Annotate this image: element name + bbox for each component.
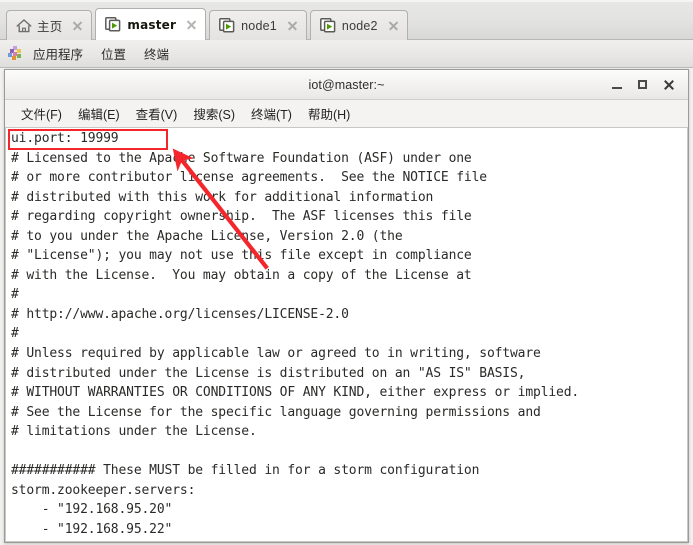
terminal-line: # Licensed to the Apache Software Founda… [11, 150, 472, 166]
desktop-menu-panel: 应用程序 位置 终端 [0, 40, 693, 68]
terminal-line: storm.zookeeper.servers: [11, 482, 196, 498]
window-buttons [604, 70, 682, 99]
tab-close-icon[interactable] [70, 18, 85, 33]
terminal-line: - "192.168.95.20" [11, 502, 173, 518]
terminal-menu-item-1[interactable]: 编辑(E) [70, 102, 128, 125]
window-tab-master[interactable]: master [95, 8, 207, 40]
desktop-tab-panel: 主页 master node1 node2 [0, 0, 693, 40]
terminal-menubar: 文件(F) 编辑(E) 查看(V) 搜索(S) 终端(T) 帮助(H) [5, 100, 688, 128]
close-icon[interactable] [656, 73, 682, 97]
home-icon [16, 18, 32, 33]
window-tabstrip: 主页 master node1 node2 [6, 5, 411, 40]
desktop-screen: 主页 master node1 node2 应用程序 位置 终端 iot@master… [0, 0, 693, 545]
terminal-line: # Unless required by applicable law or a… [11, 346, 541, 362]
window-tab-node2[interactable]: node2 [309, 10, 408, 40]
terminal-menu-item-5[interactable]: 帮助(H) [300, 102, 358, 125]
terminal-line: # with the License. You may obtain a cop… [11, 267, 472, 283]
terminal-line: # See the License for the specific langu… [11, 404, 541, 420]
window-tab-label: master [127, 17, 177, 32]
terminal-menu-item-3[interactable]: 搜索(S) [185, 102, 243, 125]
window-title: iot@master:~ [308, 77, 385, 92]
terminal-menu-item-2[interactable]: 查看(V) [128, 102, 186, 125]
menu-item-applications[interactable]: 应用程序 [24, 42, 92, 65]
terminal-line: ########### These MUST be filled in for … [11, 463, 480, 479]
terminal-window: iot@master:~ 文件(F) 编辑(E) 查看(V) 搜索(S) 终端(T) 帮助… [4, 69, 689, 543]
terminal-line: ui.port: 19999 [11, 131, 119, 146]
window-tab-node1[interactable]: node1 [209, 10, 307, 40]
terminal-line: # http://www.apache.org/licenses/LICENSE… [11, 306, 349, 322]
tab-close-icon[interactable] [386, 18, 401, 33]
window-tab-label: 主页 [37, 20, 63, 34]
menu-item-places[interactable]: 位置 [92, 42, 135, 65]
terminal-line: # "License"); you may not use this file … [11, 248, 472, 264]
terminal-line: # WITHOUT WARRANTIES OR CONDITIONS OF AN… [11, 385, 580, 401]
terminal-menu-item-0[interactable]: 文件(F) [13, 102, 70, 125]
minimize-icon[interactable] [604, 73, 630, 97]
window-tab-label: node2 [341, 18, 378, 33]
terminal-icon [319, 18, 337, 33]
terminal-line: # limitations under the License. [11, 424, 257, 440]
terminal-line: - "192.168.95.23" [11, 539, 579, 541]
window-titlebar[interactable]: iot@master:~ [5, 70, 688, 100]
tab-close-icon[interactable] [285, 18, 300, 33]
terminal-icon [105, 17, 122, 32]
terminal-line: # or more contributor license agreements… [11, 170, 487, 186]
terminal-icon [219, 18, 236, 33]
applications-icon[interactable] [6, 45, 23, 62]
menu-item-terminal[interactable]: 终端 [135, 42, 178, 65]
terminal-line: # to you under the Apache License, Versi… [11, 228, 403, 244]
terminal-line: # [11, 287, 19, 303]
terminal-output-area[interactable]: ui.port: 19999 # Licensed to the Apache S… [5, 128, 688, 542]
terminal-line: # distributed with this work for additio… [11, 189, 434, 205]
tab-close-icon[interactable] [184, 17, 199, 32]
terminal-line: # distributed under the License is distr… [11, 365, 526, 381]
terminal-line: - "192.168.95.22" [11, 521, 173, 537]
terminal-line: # [11, 326, 19, 342]
maximize-icon[interactable] [630, 73, 656, 97]
terminal-line: # regarding copyright ownership. The ASF… [11, 209, 472, 225]
window-tab-label: node1 [241, 18, 277, 33]
terminal-text: ui.port: 19999 # Licensed to the Apache S… [11, 129, 580, 541]
terminal-menu-item-4[interactable]: 终端(T) [243, 102, 300, 125]
window-tab-home[interactable]: 主页 [6, 10, 93, 40]
